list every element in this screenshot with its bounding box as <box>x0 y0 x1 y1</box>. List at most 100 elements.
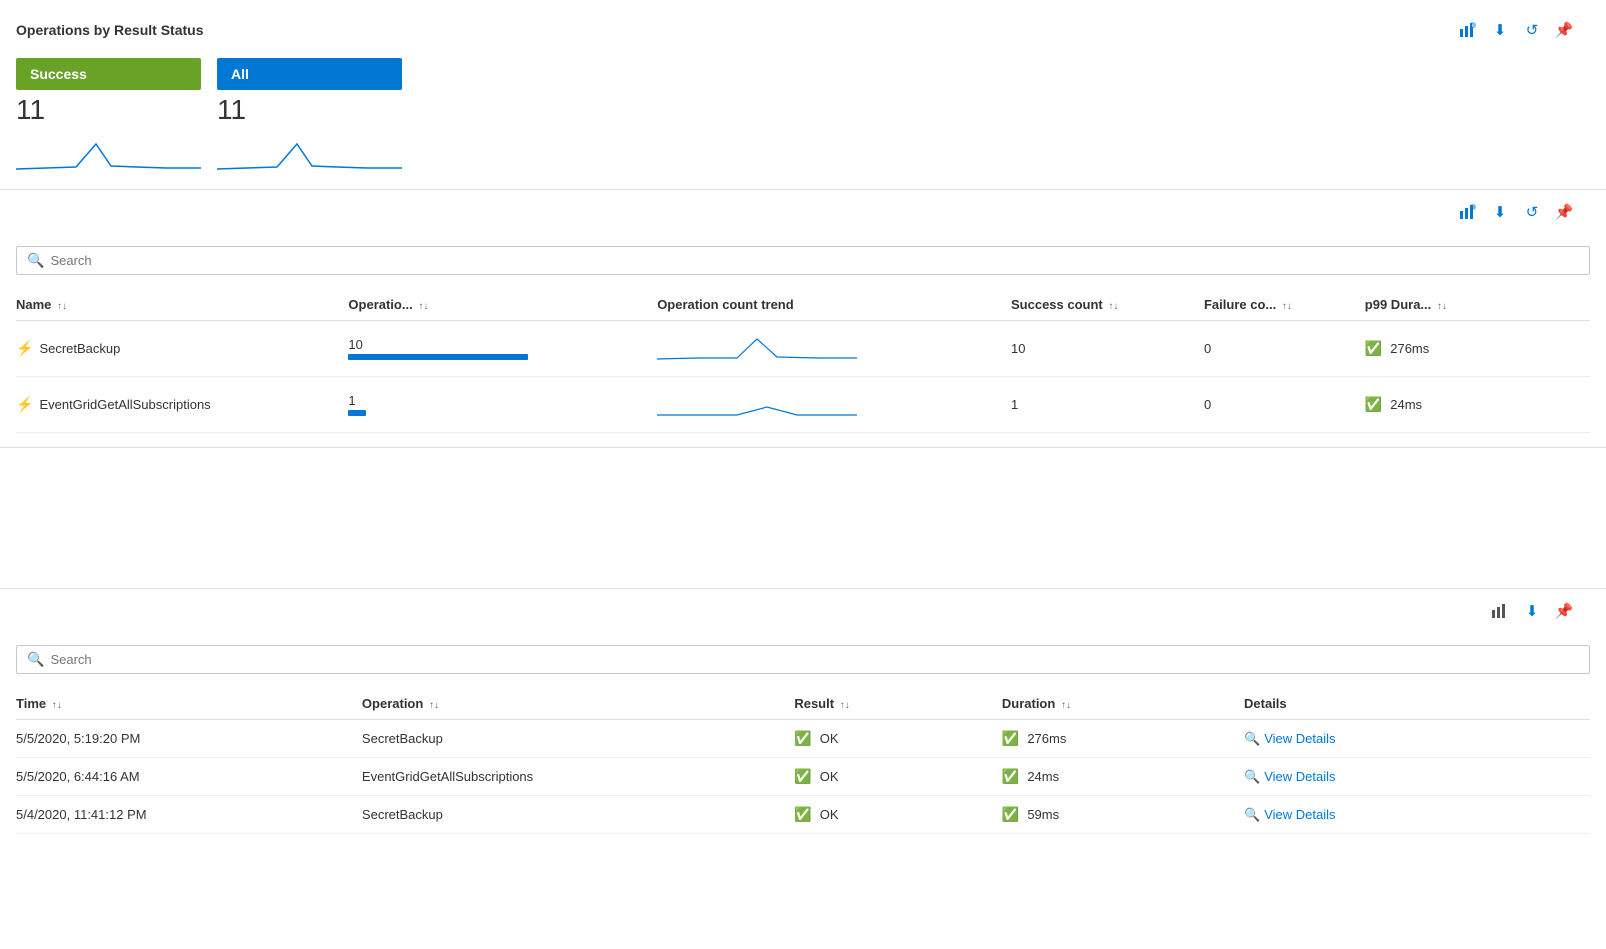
row2-failure: 0 <box>1204 377 1365 433</box>
log-row1-result: ✅ OK <box>794 720 1002 758</box>
lightning-icon-1: ⚡ <box>16 340 33 357</box>
chart-icon[interactable]: i <box>1458 20 1478 40</box>
refresh-icon-2[interactable]: ↺ <box>1522 202 1542 222</box>
col-result[interactable]: Result ↑↓ <box>794 688 1002 720</box>
table-row: ⚡ EventGridGetAllSubscriptions 1 <box>16 377 1590 433</box>
panel-operations-by-result-status: Operations by Result Status i ⬇ ↺ 📌 <box>0 0 1606 177</box>
panel1-toolbar: i ⬇ ↺ 📌 <box>1442 14 1590 46</box>
view-details-link-3[interactable]: 🔍 View Details <box>1244 807 1578 823</box>
panel3-search-input[interactable] <box>50 652 1579 667</box>
chart-icon-2[interactable] <box>1458 202 1478 222</box>
pin-icon-2[interactable]: 📌 <box>1554 202 1574 222</box>
panel2-search-bar[interactable]: 🔍 <box>16 246 1590 275</box>
sort-icon-op: ↑↓ <box>418 301 428 312</box>
check-icon-2: ✅ <box>1365 396 1382 413</box>
row2-op-count: 1 <box>348 377 657 433</box>
log-row3-time: 5/4/2020, 11:41:12 PM <box>16 796 362 834</box>
row2-success: 1 <box>1011 377 1204 433</box>
col-op-count[interactable]: Operatio... ↑↓ <box>348 289 657 321</box>
sort-icon-success: ↑↓ <box>1108 301 1118 312</box>
log-row3-details[interactable]: 🔍 View Details <box>1244 796 1590 834</box>
row2-trend <box>657 377 1011 433</box>
log-row3-duration: ✅ 59ms <box>1002 796 1244 834</box>
panel1-title: Operations by Result Status <box>16 22 203 38</box>
log-row: 5/4/2020, 11:41:12 PM SecretBackup ✅ OK … <box>16 796 1590 834</box>
search-icon-3: 🔍 <box>27 651 44 668</box>
log-row3-result: ✅ OK <box>794 796 1002 834</box>
view-details-icon-2: 🔍 <box>1244 769 1260 785</box>
log-row1-details[interactable]: 🔍 View Details <box>1244 720 1590 758</box>
download-icon[interactable]: ⬇ <box>1490 20 1510 40</box>
view-details-icon-1: 🔍 <box>1244 731 1260 747</box>
op-count-bar-2 <box>348 410 366 416</box>
chart-icon-3[interactable] <box>1490 601 1510 621</box>
log-table: Time ↑↓ Operation ↑↓ Result ↑↓ Duration … <box>16 688 1590 834</box>
sort-icon-time: ↑↓ <box>52 700 62 711</box>
col-operation[interactable]: Operation ↑↓ <box>362 688 794 720</box>
row1-success: 10 <box>1011 321 1204 377</box>
empty-space <box>0 448 1606 588</box>
all-sparkline <box>217 134 402 174</box>
log-row2-result: ✅ OK <box>794 758 1002 796</box>
lightning-icon-2: ⚡ <box>16 396 33 413</box>
dur-icon-3: ✅ <box>1002 806 1019 823</box>
ok-icon-2: ✅ <box>794 768 811 785</box>
status-cards: Success 11 All 11 <box>16 58 1590 177</box>
log-row: 5/5/2020, 5:19:20 PM SecretBackup ✅ OK ✅… <box>16 720 1590 758</box>
log-row1-operation: SecretBackup <box>362 720 794 758</box>
row1-failure: 0 <box>1204 321 1365 377</box>
col-trend: Operation count trend <box>657 289 1011 321</box>
log-row1-duration: ✅ 276ms <box>1002 720 1244 758</box>
log-row2-time: 5/5/2020, 6:44:16 AM <box>16 758 362 796</box>
pin-icon[interactable]: 📌 <box>1554 20 1574 40</box>
log-row: 5/5/2020, 6:44:16 AM EventGridGetAllSubs… <box>16 758 1590 796</box>
log-row2-operation: EventGridGetAllSubscriptions <box>362 758 794 796</box>
panel2-search-input[interactable] <box>50 253 1579 268</box>
refresh-icon[interactable]: ↺ <box>1522 20 1542 40</box>
sort-icon-duration: ↑↓ <box>1061 700 1071 711</box>
download-icon-3[interactable]: ⬇ <box>1522 601 1542 621</box>
pin-icon-3[interactable]: 📌 <box>1554 601 1574 621</box>
log-row2-details[interactable]: 🔍 View Details <box>1244 758 1590 796</box>
panel2-toolbar: ⬇ ↺ 📌 <box>1442 196 1590 228</box>
search-icon-2: 🔍 <box>27 252 44 269</box>
row1-name[interactable]: ⚡ SecretBackup <box>16 321 348 377</box>
success-card-count: 11 <box>16 90 201 134</box>
col-success[interactable]: Success count ↑↓ <box>1011 289 1204 321</box>
dur-icon-1: ✅ <box>1002 730 1019 747</box>
panel-log-table: ⬇ 📌 🔍 Time ↑↓ Operation ↑↓ <box>0 589 1606 848</box>
operations-table: Name ↑↓ Operatio... ↑↓ Operation count t… <box>16 289 1590 433</box>
view-details-link-2[interactable]: 🔍 View Details <box>1244 769 1578 785</box>
row2-p99: ✅ 24ms <box>1365 377 1590 433</box>
col-p99[interactable]: p99 Dura... ↑↓ <box>1365 289 1590 321</box>
dur-icon-2: ✅ <box>1002 768 1019 785</box>
all-card-label: All <box>217 58 402 90</box>
check-icon-1: ✅ <box>1365 340 1382 357</box>
success-card-label: Success <box>16 58 201 90</box>
panel3-toolbar: ⬇ 📌 <box>1474 595 1590 627</box>
sort-icon-name: ↑↓ <box>57 301 67 312</box>
op-count-bar-1 <box>348 354 528 360</box>
success-card[interactable]: Success 11 <box>16 58 201 177</box>
row1-p99: ✅ 276ms <box>1365 321 1590 377</box>
sort-icon-failure: ↑↓ <box>1282 301 1292 312</box>
row2-name[interactable]: ⚡ EventGridGetAllSubscriptions <box>16 377 348 433</box>
sort-icon-result: ↑↓ <box>840 700 850 711</box>
table-row: ⚡ SecretBackup 10 <box>16 321 1590 377</box>
view-details-icon-3: 🔍 <box>1244 807 1260 823</box>
view-details-link-1[interactable]: 🔍 View Details <box>1244 731 1578 747</box>
col-failure[interactable]: Failure co... ↑↓ <box>1204 289 1365 321</box>
col-duration[interactable]: Duration ↑↓ <box>1002 688 1244 720</box>
panel3-search-bar[interactable]: 🔍 <box>16 645 1590 674</box>
col-details: Details <box>1244 688 1590 720</box>
col-name[interactable]: Name ↑↓ <box>16 289 348 321</box>
all-card-count: 11 <box>217 90 402 134</box>
ok-icon-1: ✅ <box>794 730 811 747</box>
all-card[interactable]: All 11 <box>217 58 402 177</box>
log-row2-duration: ✅ 24ms <box>1002 758 1244 796</box>
download-icon-2[interactable]: ⬇ <box>1490 202 1510 222</box>
col-time[interactable]: Time ↑↓ <box>16 688 362 720</box>
ok-icon-3: ✅ <box>794 806 811 823</box>
sort-icon-operation: ↑↓ <box>429 700 439 711</box>
log-row1-time: 5/5/2020, 5:19:20 PM <box>16 720 362 758</box>
